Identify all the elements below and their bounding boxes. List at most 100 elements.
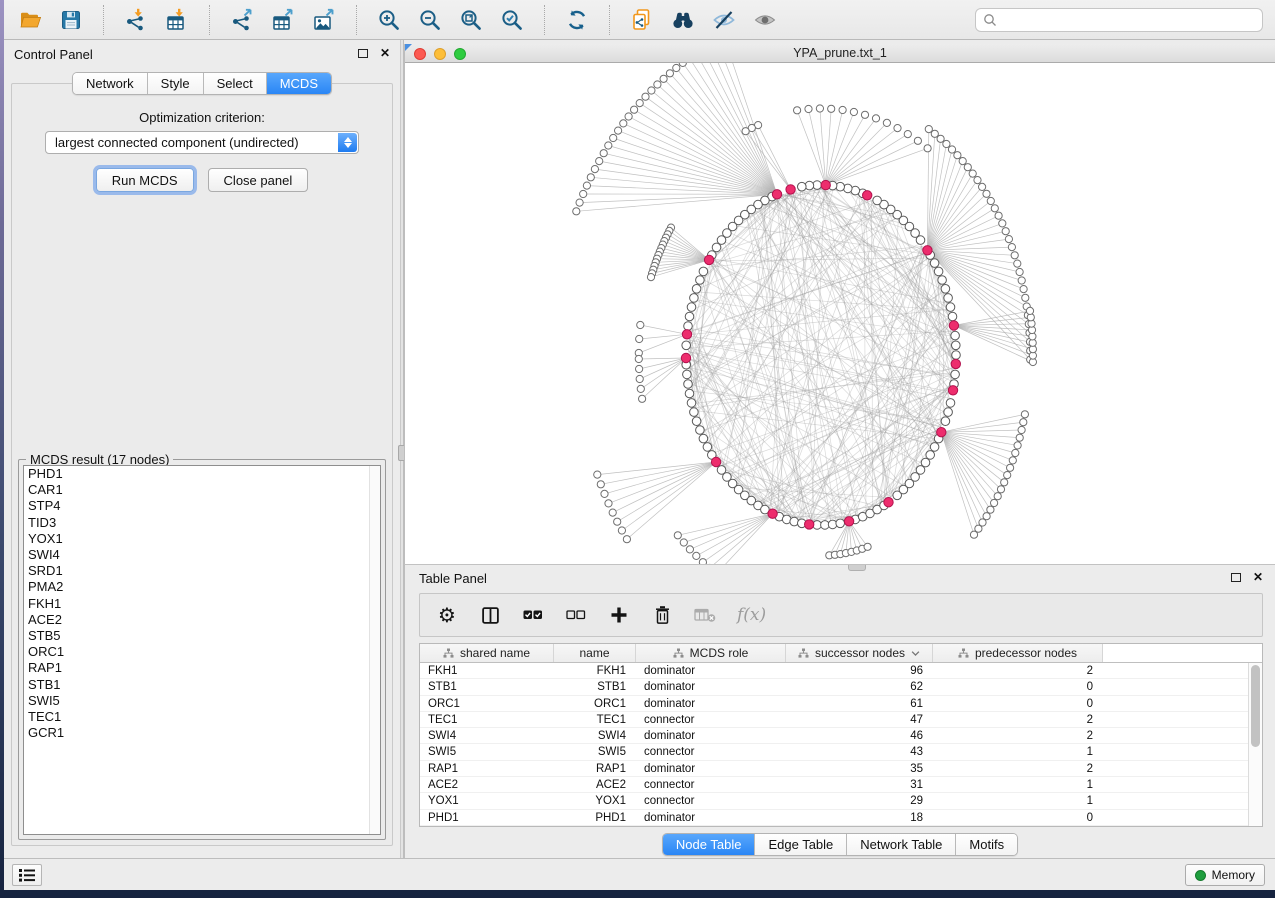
criterion-dropdown[interactable]: largest connected component (undirected)	[45, 131, 359, 154]
table-row[interactable]: SWI4SWI4dominator462	[420, 728, 1262, 744]
table-row[interactable]: STB1STB1dominator620	[420, 679, 1262, 695]
mcds-node[interactable]	[948, 386, 957, 395]
cell-successor-nodes[interactable]: 62	[786, 679, 933, 694]
column-header-shared-name[interactable]: shared name	[420, 644, 554, 662]
mcds-result-item[interactable]: STB1	[24, 677, 380, 693]
cell-successor-nodes[interactable]: 29	[786, 793, 933, 808]
cell-shared-name[interactable]: SWI5	[420, 744, 554, 759]
mcds-result-item[interactable]: SWI4	[24, 547, 380, 563]
save-session-button[interactable]	[57, 6, 85, 34]
mcds-result-item[interactable]: GCR1	[24, 725, 380, 741]
mcds-node[interactable]	[884, 498, 893, 507]
cell-name[interactable]: SWI4	[554, 728, 636, 743]
column-header-successor-nodes[interactable]: successor nodes	[786, 644, 933, 662]
zoom-in-button[interactable]	[375, 6, 403, 34]
mcds-result-list[interactable]: PHD1CAR1STP4TID3YOX1SWI4SRD1PMA2FKH1ACE2…	[23, 465, 381, 835]
tab-style[interactable]: Style	[148, 73, 204, 94]
hide-selected-button[interactable]	[710, 6, 738, 34]
cell-MCDS-role[interactable]: dominator	[636, 728, 786, 743]
mcds-result-item[interactable]: ORC1	[24, 644, 380, 660]
mcds-node[interactable]	[951, 359, 960, 368]
zoom-fit-button[interactable]	[457, 6, 485, 34]
close-panel-icon[interactable]: ✕	[380, 48, 390, 58]
cell-shared-name[interactable]: TEC1	[420, 712, 554, 727]
mcds-node[interactable]	[923, 246, 932, 255]
mcds-node[interactable]	[844, 517, 853, 526]
mcds-node[interactable]	[937, 428, 946, 437]
mcds-node[interactable]	[949, 321, 958, 330]
mcds-result-item[interactable]: ACE2	[24, 612, 380, 628]
table-scrollbar[interactable]	[1248, 663, 1262, 826]
cell-MCDS-role[interactable]: connector	[636, 777, 786, 792]
column-settings-button[interactable]: ⚙	[436, 604, 458, 626]
cell-successor-nodes[interactable]: 61	[786, 696, 933, 711]
cell-predecessor-nodes[interactable]: 2	[933, 728, 1103, 743]
cell-shared-name[interactable]: FKH1	[420, 663, 554, 678]
cell-predecessor-nodes[interactable]: 2	[933, 663, 1103, 678]
task-history-button[interactable]	[12, 864, 42, 886]
cell-MCDS-role[interactable]: dominator	[636, 810, 786, 825]
cell-name[interactable]: TEC1	[554, 712, 636, 727]
cell-shared-name[interactable]: RAP1	[420, 761, 554, 776]
delete-column-button[interactable]	[651, 604, 673, 626]
mcds-node[interactable]	[805, 520, 814, 529]
column-header-MCDS-role[interactable]: MCDS role	[636, 644, 786, 662]
zoom-selected-button[interactable]	[498, 6, 526, 34]
cell-name[interactable]: RAP1	[554, 761, 636, 776]
cell-shared-name[interactable]: ORC1	[420, 696, 554, 711]
unselect-all-rows-button[interactable]	[565, 604, 587, 626]
column-header-predecessor-nodes[interactable]: predecessor nodes	[933, 644, 1103, 662]
cell-name[interactable]: SWI5	[554, 744, 636, 759]
mcds-result-item[interactable]: YOX1	[24, 531, 380, 547]
clone-network-button[interactable]	[628, 6, 656, 34]
export-image-button[interactable]	[310, 6, 338, 34]
mcds-result-item[interactable]: RAP1	[24, 660, 380, 676]
tab-network[interactable]: Network	[73, 73, 148, 94]
mcds-node[interactable]	[681, 353, 690, 362]
table-row[interactable]: YOX1YOX1connector291	[420, 793, 1262, 809]
scrollbar-thumb[interactable]	[1251, 665, 1260, 747]
cell-predecessor-nodes[interactable]: 0	[933, 696, 1103, 711]
cell-MCDS-role[interactable]: dominator	[636, 761, 786, 776]
cell-predecessor-nodes[interactable]: 2	[933, 761, 1103, 776]
cell-successor-nodes[interactable]: 46	[786, 728, 933, 743]
table-tab-node-table[interactable]: Node Table	[663, 834, 756, 855]
mcds-result-item[interactable]: PHD1	[24, 466, 380, 482]
cell-MCDS-role[interactable]: dominator	[636, 679, 786, 694]
select-all-rows-button[interactable]	[522, 604, 544, 626]
cell-name[interactable]: YOX1	[554, 793, 636, 808]
cell-MCDS-role[interactable]: connector	[636, 793, 786, 808]
cell-MCDS-role[interactable]: connector	[636, 712, 786, 727]
cell-successor-nodes[interactable]: 35	[786, 761, 933, 776]
column-header-name[interactable]: name	[554, 644, 636, 662]
cell-name[interactable]: ORC1	[554, 696, 636, 711]
network-graph[interactable]	[405, 63, 1275, 564]
cell-shared-name[interactable]: YOX1	[420, 793, 554, 808]
mcds-list-scrollbar[interactable]	[369, 466, 380, 834]
table-tab-network-table[interactable]: Network Table	[847, 834, 956, 855]
node-table[interactable]: shared namenameMCDS rolesuccessor nodesp…	[419, 643, 1263, 827]
cell-name[interactable]: FKH1	[554, 663, 636, 678]
float-panel-icon[interactable]	[358, 49, 368, 58]
first-neighbors-button[interactable]	[669, 6, 697, 34]
cell-shared-name[interactable]: SWI4	[420, 728, 554, 743]
mcds-node[interactable]	[768, 509, 777, 518]
mcds-result-item[interactable]: TID3	[24, 515, 380, 531]
import-table-button[interactable]	[163, 6, 191, 34]
column-layout-button[interactable]	[479, 604, 501, 626]
table-row[interactable]: FKH1FKH1dominator962	[420, 663, 1262, 679]
cell-predecessor-nodes[interactable]: 1	[933, 744, 1103, 759]
cell-predecessor-nodes[interactable]: 2	[933, 712, 1103, 727]
mcds-result-item[interactable]: STP4	[24, 498, 380, 514]
apply-layout-button[interactable]	[563, 6, 591, 34]
tab-mcds[interactable]: MCDS	[267, 73, 331, 94]
cell-name[interactable]: STB1	[554, 679, 636, 694]
table-tab-motifs[interactable]: Motifs	[956, 834, 1017, 855]
mcds-result-item[interactable]: TEC1	[24, 709, 380, 725]
table-row[interactable]: ACE2ACE2connector311	[420, 777, 1262, 793]
show-all-button[interactable]	[751, 6, 779, 34]
cell-predecessor-nodes[interactable]: 1	[933, 793, 1103, 808]
cell-predecessor-nodes[interactable]: 0	[933, 810, 1103, 825]
cell-shared-name[interactable]: STB1	[420, 679, 554, 694]
cell-shared-name[interactable]: ACE2	[420, 777, 554, 792]
